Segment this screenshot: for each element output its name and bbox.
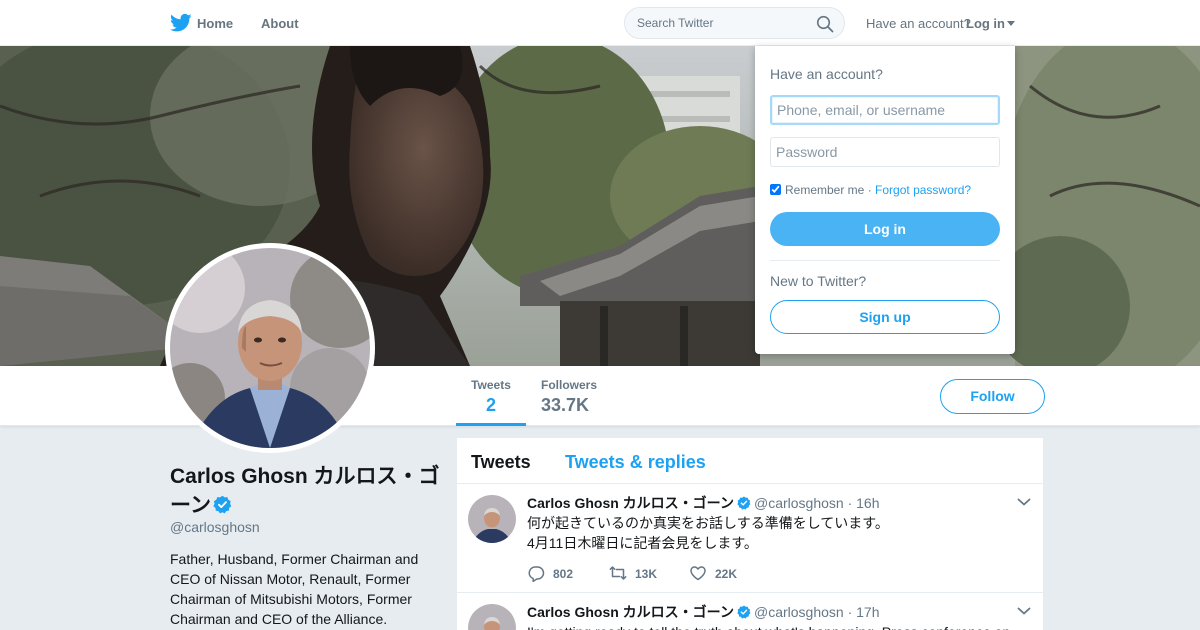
password-field[interactable] [770, 137, 1000, 167]
verified-badge-icon [737, 605, 751, 619]
chevron-down-icon[interactable] [1017, 497, 1031, 507]
follow-button[interactable]: Follow [940, 379, 1045, 414]
stat-followers-value: 33.7K [541, 395, 590, 415]
remember-me-checkbox[interactable] [770, 184, 781, 195]
twitter-bird-icon[interactable] [170, 13, 192, 33]
remember-me-label[interactable]: Remember me [785, 183, 864, 197]
dropdown-divider [770, 260, 1000, 261]
login-button[interactable]: Log in [770, 212, 1000, 246]
tweet-avatar-image [468, 495, 516, 543]
tweet-text-line: 4月11日木曜日に記者会見をします。 [527, 535, 758, 551]
login-dropdown-toggle[interactable]: Log in [966, 16, 1005, 31]
like-button[interactable]: 22K [689, 564, 737, 582]
nav-about-link[interactable]: About [261, 16, 299, 31]
tweet-text: 何が起きているのか真実をお話しする準備をしています。 4月11日木曜日に記者会見… [527, 513, 1027, 553]
search-icon[interactable] [816, 15, 834, 33]
tweet-text: I'm getting ready to tell the truth abou… [527, 622, 1027, 630]
remember-row: Remember me · Forgot password? [770, 183, 971, 197]
tweet-author-handle[interactable]: @carlosghosn [754, 604, 844, 620]
signup-button[interactable]: Sign up [770, 300, 1000, 334]
nav-home-link[interactable]: Home [197, 16, 233, 31]
tweet-header: Carlos Ghosn カルロス・ゴーン @carlosghosn · 16h [527, 493, 880, 513]
login-dropdown: Have an account? Remember me · Forgot pa… [755, 46, 1015, 354]
verified-badge-icon [737, 496, 751, 510]
search-input[interactable] [625, 8, 805, 38]
stat-tweets[interactable]: Tweets 2 [456, 378, 526, 426]
tweet-timestamp[interactable]: 16h [856, 495, 879, 511]
like-count: 22K [715, 567, 738, 581]
tweet-avatar-image [468, 604, 516, 630]
profile-bio: Father, Husband, Former Chairman and CEO… [170, 551, 419, 627]
tweet-author-name[interactable]: Carlos Ghosn カルロス・ゴーン [527, 604, 734, 620]
tweet-header: Carlos Ghosn カルロス・ゴーン @carlosghosn · 17h [527, 602, 880, 622]
profile-name-text: Carlos Ghosn カルロス・ゴーン [170, 465, 440, 517]
tab-tweets-and-replies[interactable]: Tweets & replies [565, 452, 706, 473]
reply-button[interactable]: 802 [527, 564, 574, 583]
reply-icon [528, 566, 545, 583]
heart-icon [690, 566, 706, 581]
tweet-item[interactable]: Carlos Ghosn カルロス・ゴーン @carlosghosn · 17h… [457, 593, 1043, 630]
tweet-text-line: 何が起きているのか真実をお話しする準備をしています。 [527, 515, 889, 531]
login-dropdown-title: Have an account? [770, 66, 883, 82]
new-to-twitter-text: New to Twitter? [770, 273, 867, 289]
forgot-password-link[interactable]: Forgot password? [875, 183, 971, 197]
tweet-author-handle[interactable]: @carlosghosn [754, 495, 844, 511]
timeline: Tweets Tweets & replies Carlos Ghosn カルロ… [456, 437, 1044, 630]
have-account-text: Have an account? [866, 16, 971, 31]
tweet-timestamp[interactable]: 17h [856, 604, 879, 620]
verified-badge-icon [213, 495, 232, 514]
retweet-icon [609, 566, 627, 580]
chevron-down-icon[interactable] [1017, 606, 1031, 616]
avatar-image [170, 248, 370, 448]
top-navigation: Home About Have an account? Log in [0, 0, 1200, 46]
stat-tweets-value: 2 [485, 395, 496, 415]
username-field[interactable] [770, 95, 1000, 125]
tweet-avatar[interactable] [468, 604, 516, 630]
tweet-separator: · [847, 604, 853, 620]
stat-tweets-label: Tweets [471, 378, 511, 392]
tweet-separator: · [847, 495, 853, 511]
tweet-avatar[interactable] [468, 495, 516, 543]
stat-followers[interactable]: Followers 33.7K [541, 378, 597, 416]
search-box [624, 7, 845, 39]
timeline-tabs: Tweets Tweets & replies [457, 438, 1043, 484]
tweet-text-line: I'm getting ready to tell the truth abou… [527, 622, 1027, 630]
reply-count: 802 [553, 567, 574, 581]
caret-down-icon[interactable] [1007, 21, 1015, 26]
retweet-button[interactable]: 13K [609, 564, 657, 582]
stat-followers-label: Followers [541, 378, 598, 392]
profile-avatar[interactable] [165, 243, 375, 453]
tab-tweets[interactable]: Tweets [471, 452, 531, 473]
retweet-count: 13K [635, 567, 658, 581]
remember-separator: · [867, 183, 872, 197]
tweet-author-name[interactable]: Carlos Ghosn カルロス・ゴーン [527, 495, 734, 511]
profile-handle[interactable]: @carlosghosn [170, 519, 260, 535]
tweet-item[interactable]: Carlos Ghosn カルロス・ゴーン @carlosghosn · 16h… [457, 484, 1043, 593]
profile-name: Carlos Ghosn カルロス・ゴーン [170, 462, 440, 520]
